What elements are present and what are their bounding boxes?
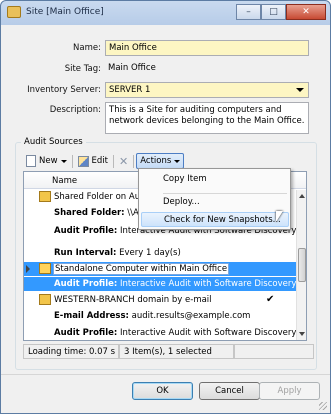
name-field[interactable]: Main Office [105,40,309,56]
scroll-up-icon[interactable] [299,194,305,198]
description-label: Description: [49,105,101,115]
site-tag-label: Site Tag: [64,64,101,74]
new-document-icon [26,155,36,167]
detail-label: Audit Profile: [54,328,118,338]
list-item-detail[interactable]: E-mail Address: audit.results@example.co… [24,309,298,323]
footer-divider [1,374,330,375]
scrollbar-thumb[interactable] [298,248,306,282]
detail-value: Interactive Audit with Software Discover… [120,328,306,338]
scroll-down-icon[interactable] [299,332,305,336]
detail-value: Interactive Audit with Software Discover… [120,279,306,289]
detail-label: Audit Profile: [54,226,118,236]
audit-sources-label: Audit Sources [21,137,86,147]
detail-label: Audit Profile: [54,279,118,289]
toolbar-separator [133,154,135,168]
actions-button[interactable]: Actions [136,153,185,169]
minimize-button[interactable]: – [236,4,261,20]
list-item-label: Standalone Computer within Main Office [52,263,230,275]
menu-item-label: Deploy... [163,197,200,207]
detail-label: Run Interval: [54,248,117,258]
audit-sources-toolbar: New Edit ✕ Actions [23,153,313,169]
inventory-server-select[interactable]: SERVER 1 [105,82,309,98]
column-header-name[interactable]: Name [52,176,77,186]
toolbar-separator [71,154,73,168]
detail-value: audit.results@example.com [131,311,251,321]
email-icon [39,294,51,305]
site-icon [7,6,21,18]
apply-button[interactable]: Apply [259,382,320,400]
close-button[interactable]: ✕ [286,4,326,20]
shared-folder-icon [39,191,51,202]
menu-item-label: Check for New Snapshots... [164,215,281,225]
list-item-label: WESTERN-BRANCH domain by e-mail [54,295,212,305]
list-item-selected[interactable]: Standalone Computer within Main Office [24,262,298,276]
new-button-label: New [39,156,58,166]
ok-button[interactable]: OK [132,382,193,400]
detail-value: Every 1 day(s) [119,248,181,258]
name-label: Name: [73,43,101,53]
delete-icon: ✕ [119,154,129,168]
list-item-detail-selected[interactable]: Audit Profile: Interactive Audit with So… [24,277,306,291]
edit-button[interactable]: Edit [75,153,111,169]
detail-label: Shared Folder: [54,208,125,218]
toolbar-separator [113,154,115,168]
description-field[interactable]: This is a Site for auditing computers an… [105,102,309,134]
window-controls: – □ ✕ [236,4,326,20]
grid-status-bar: Loading time: 0.07 s 3 Item(s), 1 select… [23,344,314,359]
chevron-down-icon[interactable] [296,88,304,92]
mouse-cursor-icon [276,211,283,222]
delete-button[interactable]: ✕ [116,153,131,169]
list-item-detail[interactable]: Audit Profile: Interactive Audit with So… [24,326,306,340]
title-bar[interactable]: Site [Main Office] – □ ✕ [1,1,330,25]
menu-separator [163,193,287,194]
computer-icon [39,263,51,274]
item-count-status: 3 Item(s), 1 selected [119,344,234,359]
site-tag-value: Main Office [108,63,156,73]
site-dialog-window: Site [Main Office] – □ ✕ Name: Main Offi… [0,0,331,414]
description-text: This is a Site for auditing computers an… [109,105,305,126]
resize-grip-icon[interactable] [319,402,327,410]
edit-icon [77,155,89,167]
current-row-indicator-icon [26,265,30,273]
menu-item-deploy[interactable]: Deploy... [141,195,289,210]
cancel-button[interactable]: Cancel [199,382,260,400]
inventory-server-value: SERVER 1 [109,85,151,95]
inventory-server-label: Inventory Server: [27,85,101,95]
list-item-detail[interactable]: Run Interval: Every 1 day(s) [24,246,298,260]
menu-item-check-for-new-snapshots[interactable]: Check for New Snapshots... [141,212,289,227]
status-empty-cell [234,344,314,359]
maximize-button[interactable]: □ [261,4,286,20]
actions-menu: Copy Item Deploy... Check for New Snapsh… [138,168,291,230]
new-button[interactable]: New [23,153,70,169]
checkmark-icon: ✔ [266,294,275,305]
chevron-down-icon [174,159,181,163]
list-item[interactable]: WESTERN-BRANCH domain by e-mail ✔ [24,293,298,307]
actions-button-label: Actions [140,156,172,166]
chevron-down-icon [60,159,67,163]
detail-label: E-mail Address: [54,311,129,321]
grid-scrollbar[interactable] [296,190,306,340]
menu-item-label: Copy Item [163,174,207,184]
menu-item-copy-item[interactable]: Copy Item [141,172,289,187]
edit-button-label: Edit [91,156,109,166]
loading-time-status: Loading time: 0.07 s [23,344,119,359]
window-title: Site [Main Office] [26,7,104,17]
